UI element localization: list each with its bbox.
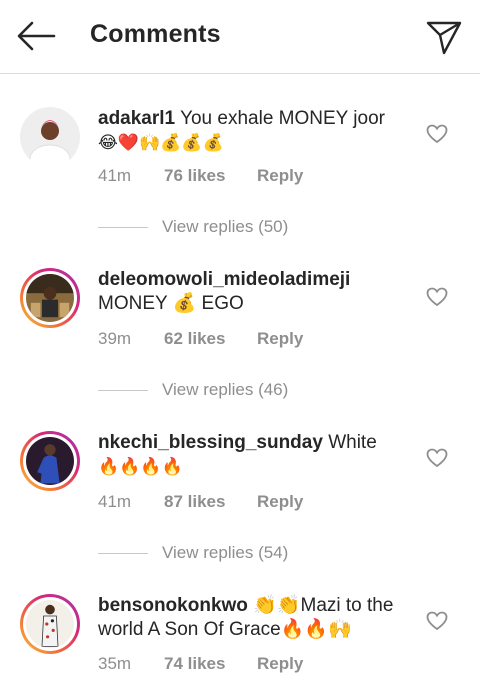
comment-time: 35m (98, 654, 132, 673)
comment-time: 41m (98, 492, 132, 511)
comment-body: MONEY 💰 EGO (98, 293, 244, 314)
avatar[interactable] (20, 268, 80, 328)
avatar-image (26, 437, 74, 485)
reply-button[interactable]: Reply (257, 329, 303, 349)
replies-divider-line (98, 227, 148, 228)
replies-divider-line (98, 390, 148, 391)
comment-item: nkechi_blessing_sunday White 🔥🔥🔥🔥 41m 87 … (0, 431, 480, 541)
comment-likes[interactable]: 87 likes (164, 492, 257, 512)
comment-likes[interactable]: 76 likes (164, 166, 257, 186)
like-heart-icon[interactable] (426, 611, 448, 631)
comment-time: 39m (98, 329, 132, 348)
page-title: Comments (90, 20, 221, 48)
like-heart-icon[interactable] (426, 448, 448, 468)
story-ring (23, 597, 77, 651)
comment-meta: 35m 74 likes Reply (98, 654, 303, 674)
comment-username[interactable]: adakarl1 (98, 108, 175, 129)
story-ring (23, 434, 77, 488)
avatar[interactable] (20, 107, 80, 167)
comment-text: adakarl1 You exhale MONEY joor 😂❤️🙌💰💰💰 (98, 107, 418, 155)
comment-meta: 39m 62 likes Reply (98, 329, 303, 349)
comment-emojis: 😂❤️🙌💰💰💰 (98, 133, 224, 152)
comment-meta: 41m 76 likes Reply (98, 166, 303, 186)
comment-likes[interactable]: 62 likes (164, 329, 257, 349)
avatar-image (20, 107, 80, 167)
comment-item: deleomowoli_mideoladimeji MONEY 💰 EGO 39… (0, 268, 480, 378)
comment-meta: 41m 87 likes Reply (98, 492, 303, 512)
reply-button[interactable]: Reply (257, 166, 303, 186)
view-replies-label: View replies (50) (162, 217, 289, 236)
scroll-fade-remnant (196, 66, 286, 74)
like-heart-icon[interactable] (426, 124, 448, 144)
view-replies-label: View replies (46) (162, 380, 289, 399)
comment-username[interactable]: nkechi_blessing_sunday (98, 432, 323, 453)
comment-username[interactable]: bensonokonkwo (98, 595, 248, 616)
reply-button[interactable]: Reply (257, 492, 303, 512)
reply-button[interactable]: Reply (257, 654, 303, 674)
story-ring (23, 271, 77, 325)
avatar[interactable] (20, 594, 80, 654)
comment-text: bensonokonkwo 👏👏Mazi to the world A Son … (98, 594, 418, 642)
avatar-image (26, 600, 74, 648)
direct-share-icon[interactable] (424, 17, 464, 57)
back-arrow-icon[interactable] (14, 18, 58, 54)
comment-body: White (328, 432, 377, 453)
comment-item: bensonokonkwo 👏👏Mazi to the world A Son … (0, 594, 480, 696)
comment-likes[interactable]: 74 likes (164, 654, 257, 674)
comment-text: nkechi_blessing_sunday White 🔥🔥🔥🔥 (98, 431, 418, 479)
replies-divider-line (98, 553, 148, 554)
avatar[interactable] (20, 431, 80, 491)
comment-emojis: 🔥🔥🔥🔥 (98, 457, 183, 476)
like-heart-icon[interactable] (426, 287, 448, 307)
view-replies-label: View replies (54) (162, 543, 289, 562)
comment-body: You exhale MONEY joor (180, 108, 385, 129)
comment-text: deleomowoli_mideoladimeji MONEY 💰 EGO (98, 268, 418, 316)
comments-header: Comments (0, 0, 480, 74)
avatar-image (26, 274, 74, 322)
comment-item: adakarl1 You exhale MONEY joor 😂❤️🙌💰💰💰 4… (0, 107, 480, 217)
comment-time: 41m (98, 166, 132, 185)
comment-username[interactable]: deleomowoli_mideoladimeji (98, 269, 350, 290)
